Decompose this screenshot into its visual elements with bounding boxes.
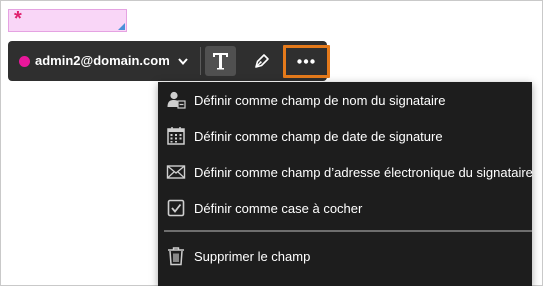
recipient-email: admin2@domain.com xyxy=(35,53,170,68)
signer-name-icon xyxy=(167,91,186,109)
required-marker: * xyxy=(14,8,22,30)
menu-item-label: Définir comme champ de nom du signataire xyxy=(194,93,446,108)
checkbox-icon xyxy=(167,199,185,217)
field-toolbar: admin2@domain.com xyxy=(8,41,330,81)
menu-item-label: Définir comme case à cocher xyxy=(194,201,363,216)
required-signature-field[interactable]: * xyxy=(8,9,127,32)
envelope-icon xyxy=(166,165,186,179)
menu-item-delete-field[interactable]: Supprimer le champ xyxy=(158,240,532,272)
menu-item-signature-date[interactable]: Définir comme champ de date de signature xyxy=(158,120,532,152)
field-options-menu: Définir comme champ de nom du signataire… xyxy=(158,82,533,286)
menu-divider xyxy=(164,230,532,232)
menu-item-signer-name[interactable]: Définir comme champ de nom du signataire xyxy=(158,84,532,116)
menu-item-label: Définir comme champ d’adresse électroniq… xyxy=(194,165,533,180)
menu-item-label: Définir comme champ de date de signature xyxy=(194,129,443,144)
resize-handle-icon[interactable] xyxy=(118,23,125,30)
menu-item-signer-email[interactable]: Définir comme champ d’adresse électroniq… xyxy=(158,156,533,188)
trash-icon xyxy=(168,247,184,266)
recipient-color-dot xyxy=(19,56,30,67)
pen-icon[interactable] xyxy=(253,52,271,70)
chevron-down-icon[interactable] xyxy=(176,54,190,68)
menu-item-label: Supprimer le champ xyxy=(194,249,311,264)
recipient-selector[interactable]: admin2@domain.com xyxy=(8,41,197,81)
more-options-icon xyxy=(297,59,315,64)
more-options-button[interactable] xyxy=(283,45,330,78)
menu-item-checkbox[interactable]: Définir comme case à cocher xyxy=(158,192,532,224)
calendar-icon xyxy=(167,127,185,145)
text-tool-button[interactable] xyxy=(205,46,236,76)
toolbar-divider xyxy=(200,47,201,75)
text-tool-icon xyxy=(213,53,228,70)
